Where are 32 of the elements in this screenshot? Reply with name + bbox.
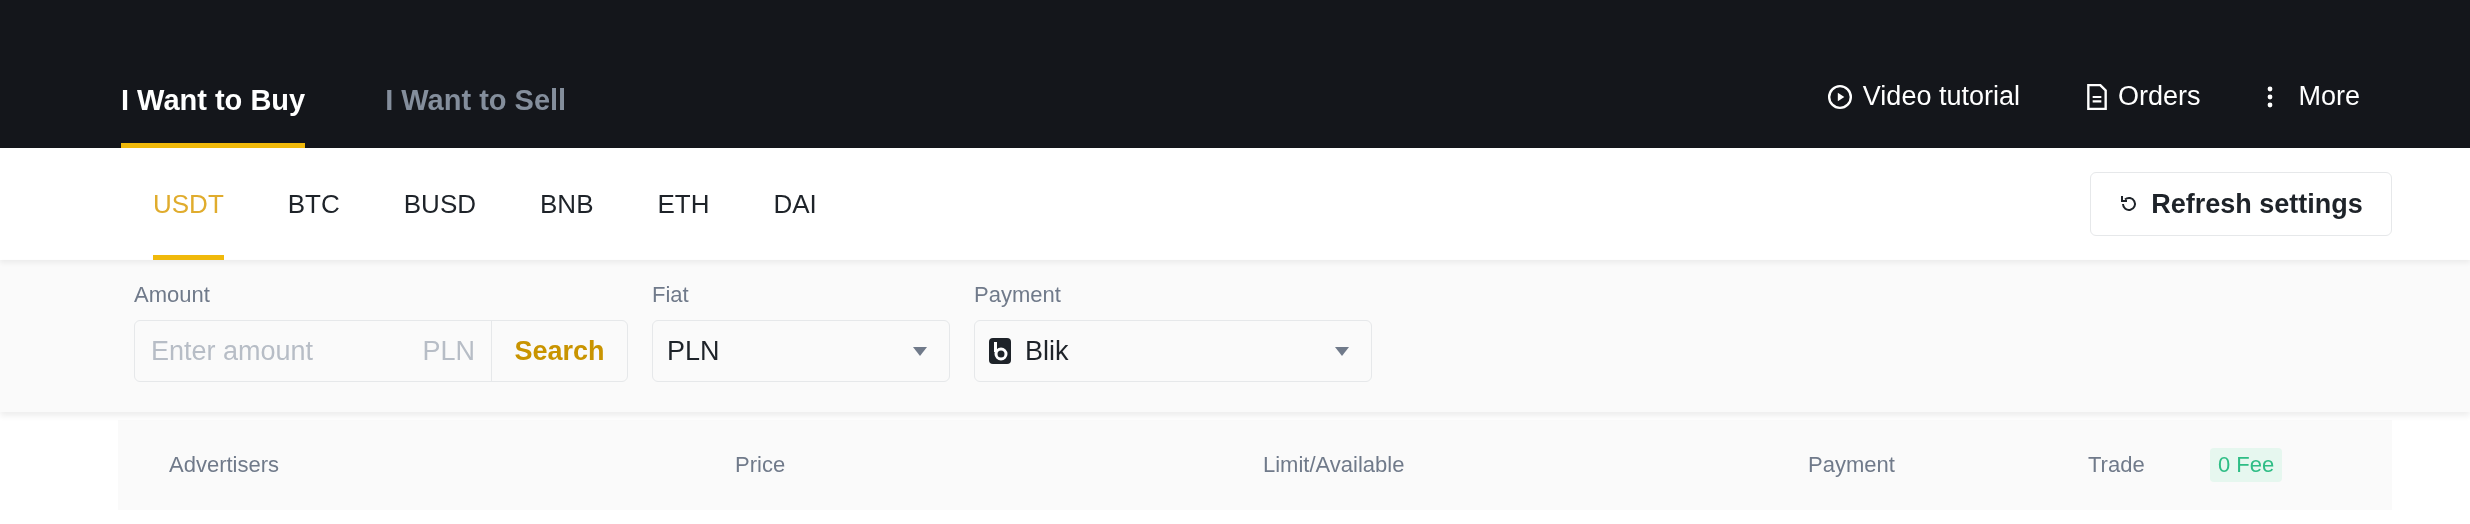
column-header: Advertisers (169, 452, 281, 478)
coin-tab[interactable]: BUSD (403, 148, 477, 260)
payment-logo-icon (989, 338, 1011, 364)
fee-badge: 0 Fee (2210, 448, 2283, 482)
play-circle-icon (1826, 83, 1853, 110)
column-header: Trade (2088, 452, 2146, 478)
fiat-select[interactable]: PLN (652, 320, 950, 382)
column-header: Limit/Available (1263, 452, 1406, 478)
link-label: Video tutorial (1862, 81, 2020, 112)
caret-icon (1335, 346, 1349, 356)
header-link[interactable]: More (2266, 81, 2360, 112)
coin-tab[interactable]: DAI (773, 148, 817, 260)
coin-tab[interactable]: BTC (287, 148, 340, 260)
caret-icon (913, 346, 927, 356)
link-label: Orders (2117, 81, 2201, 112)
document-icon (2085, 83, 2108, 110)
field-label: Fiat (652, 282, 690, 308)
column-header: Payment (1808, 452, 1896, 478)
trade-tab[interactable]: I Want to Sell (385, 84, 567, 148)
column-header: Price (735, 452, 787, 478)
coin-tab[interactable]: BNB (540, 148, 594, 260)
field-label: Amount (134, 282, 211, 308)
header-link[interactable]: Video tutorial (1826, 81, 2020, 112)
trade-tab[interactable]: I Want to Buy (121, 84, 306, 148)
currency-label: PLN (422, 335, 476, 367)
more-dots-icon (2266, 84, 2275, 109)
payment-select[interactable]: Blik (974, 320, 1372, 382)
coin-tab[interactable]: ETH (657, 148, 710, 260)
field-label: Payment (974, 282, 1062, 308)
header-link[interactable]: Orders (2085, 81, 2201, 112)
link-label: More (2298, 81, 2360, 112)
refresh-settings-button[interactable]: Refresh settings (2090, 172, 2392, 236)
